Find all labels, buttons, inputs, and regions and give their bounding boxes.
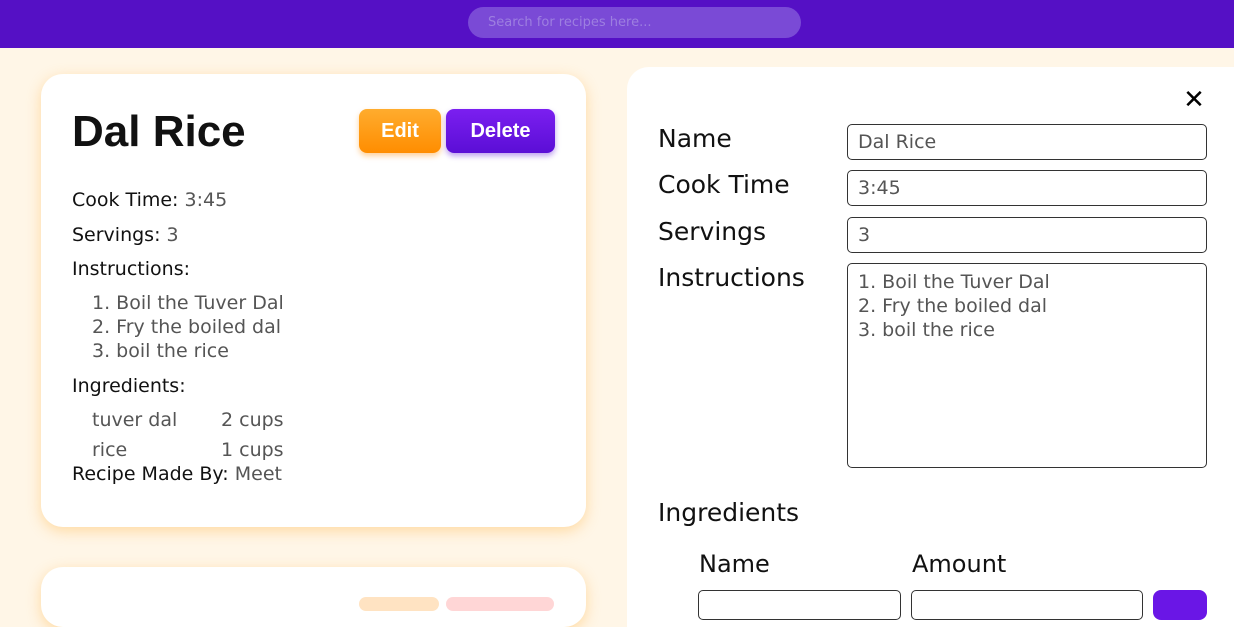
recipe-card-next xyxy=(41,567,586,627)
cook-time-label: Cook Time: xyxy=(72,189,179,211)
made-by-label: Recipe Made By: xyxy=(72,463,229,485)
top-nav-bar xyxy=(0,0,1234,48)
instructions-label: Instructions: xyxy=(72,258,190,280)
recipe-edit-panel: ✕ Name Cook Time Servings Instructions 1… xyxy=(627,67,1234,627)
cook-time-input[interactable] xyxy=(847,170,1207,206)
cook-time-label: Cook Time xyxy=(658,170,790,199)
ingredient-name-header: Name xyxy=(699,550,770,578)
name-label: Name xyxy=(658,124,732,153)
remove-ingredient-button[interactable] xyxy=(1153,590,1207,620)
ingredient-amount: 2 cups xyxy=(221,409,284,431)
delete-button-partial[interactable] xyxy=(446,597,554,611)
ingredients-label: Ingredients: xyxy=(72,375,186,397)
instructions-list: 1. Boil the Tuver Dal 2. Fry the boiled … xyxy=(92,291,284,363)
recipe-title: Dal Rice xyxy=(72,107,246,156)
servings-label: Servings: xyxy=(72,224,161,246)
servings-value: 3 xyxy=(166,224,179,246)
instruction-item: 2. Fry the boiled dal xyxy=(92,316,282,338)
cook-time-row: Cook Time: 3:45 xyxy=(72,188,227,212)
ingredient-amount-header: Amount xyxy=(912,550,1007,578)
ingredient-amount: 1 cups xyxy=(221,439,284,461)
recipe-card: Dal Rice Edit Delete Cook Time: 3:45 Ser… xyxy=(41,74,586,527)
name-input[interactable] xyxy=(847,124,1207,160)
ingredient-amount-input[interactable] xyxy=(911,590,1143,620)
close-icon[interactable]: ✕ xyxy=(1180,86,1208,114)
search-input[interactable] xyxy=(468,7,801,38)
made-by-row: Recipe Made By: Meet xyxy=(72,462,282,486)
ingredient-name: rice xyxy=(92,439,128,461)
instructions-label: Instructions xyxy=(658,263,805,292)
ingredient-name-input[interactable] xyxy=(698,590,901,620)
made-by-value: Meet xyxy=(234,463,282,485)
cook-time-value: 3:45 xyxy=(184,189,228,211)
edit-button[interactable]: Edit xyxy=(359,109,441,153)
ingredients-label: Ingredients xyxy=(658,498,800,527)
delete-button[interactable]: Delete xyxy=(446,109,555,153)
ingredient-name: tuver dal xyxy=(92,409,178,431)
edit-button-partial[interactable] xyxy=(359,597,439,611)
instructions-textarea[interactable]: 1. Boil the Tuver Dal 2. Fry the boiled … xyxy=(847,263,1207,468)
servings-row: Servings: 3 xyxy=(72,223,179,247)
instruction-item: 1. Boil the Tuver Dal xyxy=(92,292,284,314)
instruction-item: 3. boil the rice xyxy=(92,340,229,362)
servings-label: Servings xyxy=(658,217,767,246)
servings-input[interactable] xyxy=(847,217,1207,253)
